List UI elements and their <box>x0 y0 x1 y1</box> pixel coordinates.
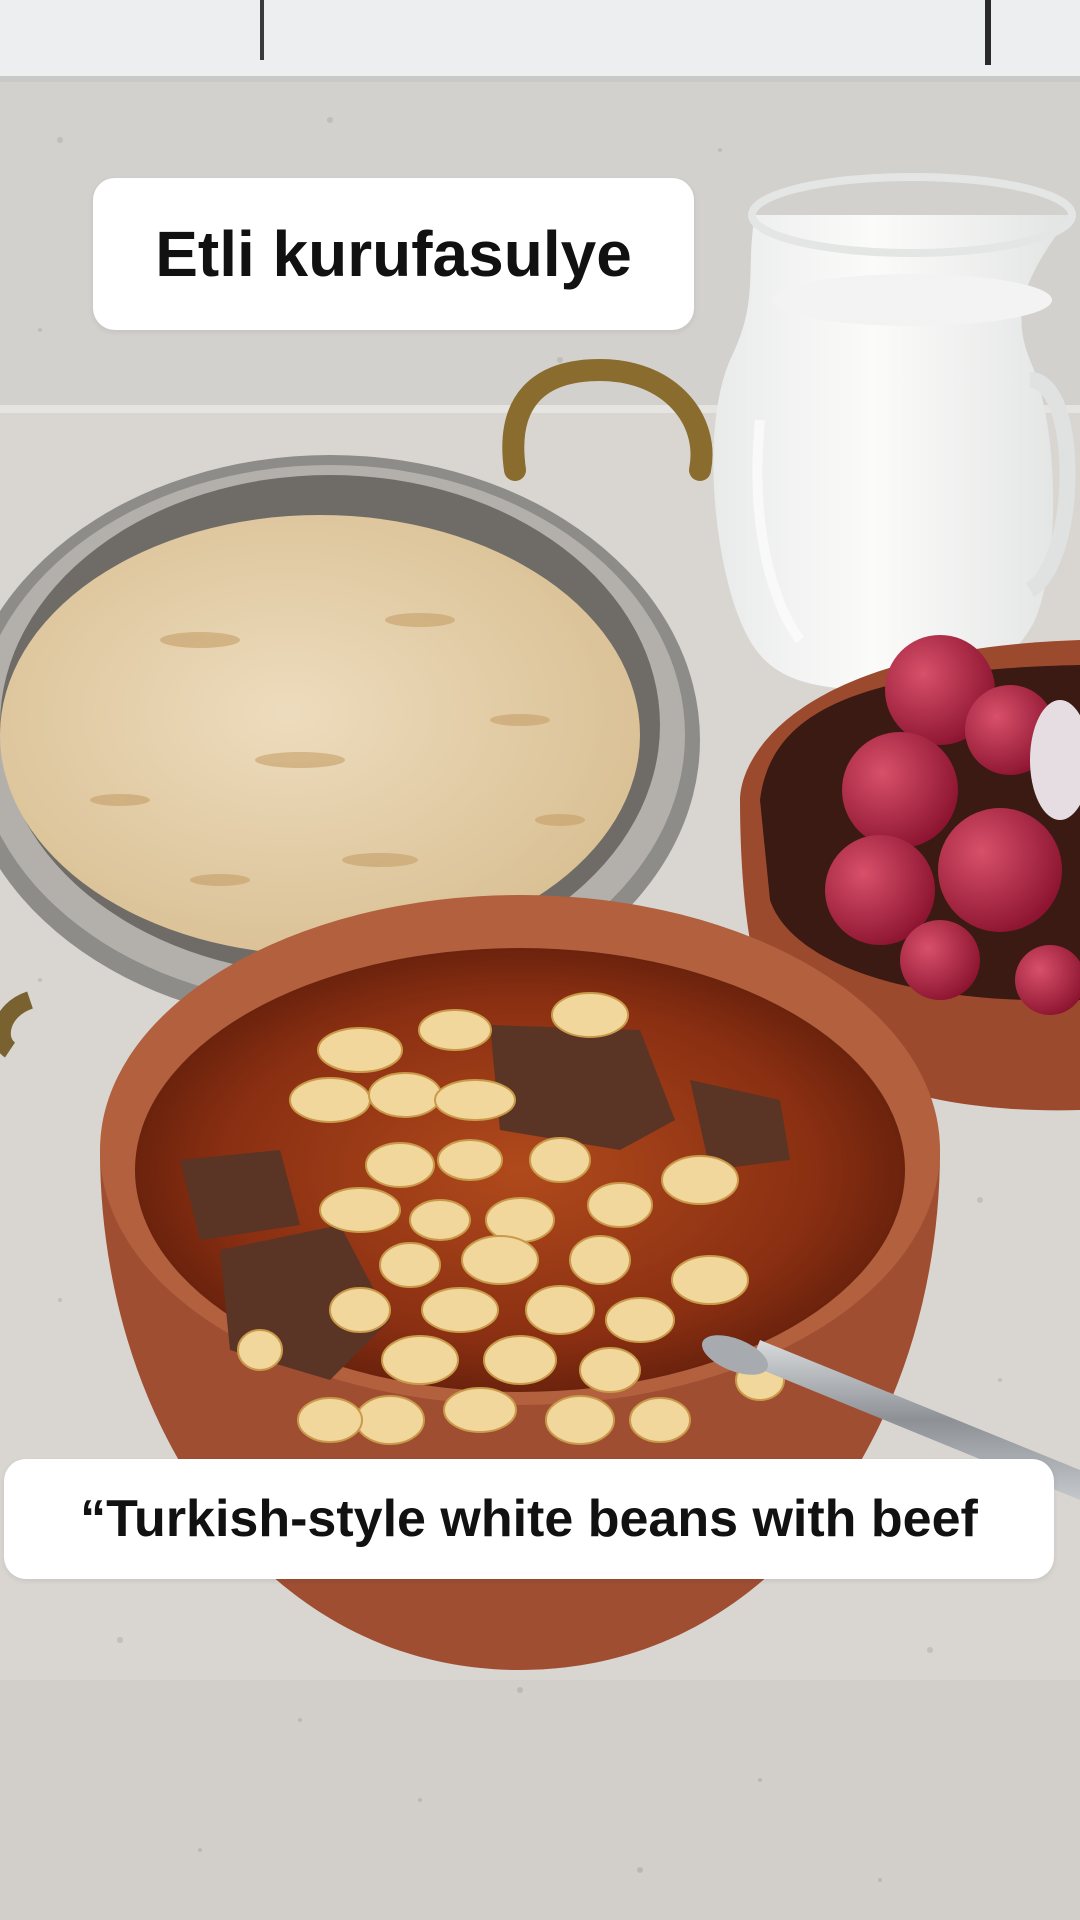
caption-top: Etli kurufasulye <box>93 178 694 330</box>
ayran-jug <box>713 173 1076 690</box>
backsplash <box>0 0 1080 82</box>
caption-bottom: “Turkish-style white beans with beef <box>4 1459 1054 1579</box>
